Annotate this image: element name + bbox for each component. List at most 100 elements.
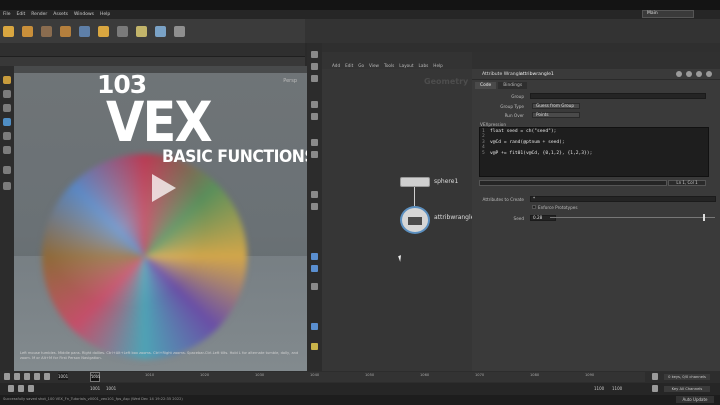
seed-field[interactable]: 0.28 bbox=[530, 215, 556, 221]
group-field[interactable] bbox=[530, 93, 706, 99]
step-forward-icon[interactable] bbox=[44, 373, 50, 380]
tick-label: 1050 bbox=[365, 373, 375, 377]
network-menu-labs[interactable]: Labs bbox=[419, 63, 429, 68]
timeline-ruler[interactable]: 1001 1001 1010 1020 1030 1040 1050 1060 … bbox=[90, 372, 645, 382]
sphere-node[interactable] bbox=[400, 177, 430, 187]
network-menu-add[interactable]: Add bbox=[332, 63, 340, 68]
network-menu-go[interactable]: Go bbox=[358, 63, 364, 68]
select-icon[interactable] bbox=[3, 76, 11, 84]
wireframe-icon[interactable] bbox=[311, 63, 318, 70]
tick-label: 1040 bbox=[310, 373, 320, 377]
network-menu-help[interactable]: Help bbox=[433, 63, 443, 68]
play-forward-icon[interactable] bbox=[34, 373, 40, 380]
render-icon[interactable] bbox=[311, 343, 318, 350]
normals-icon[interactable] bbox=[311, 151, 318, 158]
parameter-header: Attribute Wrangle attribwrangle1 bbox=[472, 69, 720, 80]
key-icon[interactable] bbox=[652, 385, 658, 392]
home-icon[interactable] bbox=[311, 51, 318, 58]
network-menu-layout[interactable]: Layout bbox=[399, 63, 413, 68]
audio-icon[interactable] bbox=[8, 385, 14, 392]
tick-label: 1001 bbox=[90, 373, 100, 377]
network-editor[interactable]: Geometry sphere1 attribwrangle1 bbox=[322, 69, 478, 371]
menu-help[interactable]: Help bbox=[100, 12, 110, 17]
settings-icon[interactable] bbox=[706, 71, 712, 77]
font-icon[interactable] bbox=[174, 25, 185, 37]
camera-label[interactable]: Persp bbox=[283, 78, 297, 84]
view-icon[interactable] bbox=[3, 166, 11, 174]
step-back-icon[interactable] bbox=[14, 373, 20, 380]
network-menu-edit[interactable]: Edit bbox=[345, 63, 353, 68]
play-reverse-icon[interactable] bbox=[24, 373, 30, 380]
handle-icon[interactable] bbox=[3, 132, 11, 140]
key-all-channels-button[interactable]: Key All Channels bbox=[664, 386, 710, 392]
snapshot-icon[interactable] bbox=[311, 191, 318, 198]
menu-edit[interactable]: Edit bbox=[17, 12, 26, 17]
node-name-field[interactable]: attribwrangle1 bbox=[520, 72, 554, 77]
key-prev-icon[interactable] bbox=[4, 373, 10, 380]
sphere-node-label: sphere1 bbox=[434, 178, 459, 185]
info-icon[interactable] bbox=[311, 323, 318, 330]
snap-icon[interactable] bbox=[3, 182, 11, 190]
editor-status-field bbox=[479, 180, 667, 186]
curve-icon[interactable] bbox=[117, 25, 128, 37]
vex-code-editor[interactable]: 1 float seed = ch("seed"); 2 3 v@Cd = rand… bbox=[479, 127, 709, 177]
torus-icon[interactable] bbox=[60, 25, 71, 37]
info-icon[interactable] bbox=[696, 71, 702, 77]
attributes-field[interactable]: * bbox=[530, 196, 716, 202]
tube-icon[interactable] bbox=[41, 25, 52, 37]
group-label: Group bbox=[511, 94, 524, 99]
spray-paint-icon[interactable] bbox=[155, 25, 166, 37]
gear-icon[interactable] bbox=[676, 71, 682, 77]
realtime-icon[interactable] bbox=[652, 373, 658, 380]
scale-icon[interactable] bbox=[3, 118, 11, 126]
move-icon[interactable] bbox=[3, 90, 11, 98]
rotate-icon[interactable] bbox=[3, 104, 11, 112]
box-icon[interactable] bbox=[3, 25, 14, 37]
tab-bindings[interactable]: Bindings bbox=[498, 82, 528, 89]
pose-icon[interactable] bbox=[3, 146, 11, 154]
sphere-icon[interactable] bbox=[22, 25, 33, 37]
range-end-field[interactable]: 1100 bbox=[594, 385, 604, 392]
help-icon[interactable] bbox=[686, 71, 692, 77]
seed-slider[interactable] bbox=[550, 214, 715, 221]
seed-slider-handle[interactable] bbox=[703, 214, 706, 221]
run-over-dropdown[interactable]: Points bbox=[532, 112, 580, 118]
range-start-field[interactable]: 1001 bbox=[90, 385, 100, 392]
background-icon[interactable] bbox=[311, 283, 318, 290]
desktop-dropdown[interactable]: Main bbox=[642, 10, 694, 18]
node-type-label: Attribute Wrangle bbox=[482, 72, 523, 77]
main-menubar: File Edit Render Assets Windows Help bbox=[0, 10, 720, 19]
status-message: Successfully saved shot_100 VEX_Fn_Tutor… bbox=[3, 397, 183, 401]
network-path-bar[interactable] bbox=[322, 52, 472, 61]
range-start-field-2[interactable]: 1001 bbox=[106, 385, 116, 392]
shaded-icon[interactable] bbox=[311, 75, 318, 82]
global-anim-icon[interactable] bbox=[18, 385, 24, 392]
play-icon[interactable] bbox=[152, 174, 176, 202]
menu-assets[interactable]: Assets bbox=[53, 12, 68, 17]
light-icon[interactable] bbox=[311, 113, 318, 120]
menu-windows[interactable]: Windows bbox=[74, 12, 94, 17]
network-menu-tools[interactable]: Tools bbox=[384, 63, 394, 68]
grid-icon[interactable] bbox=[79, 25, 90, 37]
network-menu-view[interactable]: View bbox=[369, 63, 379, 68]
menu-render[interactable]: Render bbox=[31, 12, 47, 17]
isolate-icon[interactable] bbox=[311, 253, 318, 260]
grid-toggle-icon[interactable] bbox=[311, 203, 318, 210]
points-icon[interactable] bbox=[311, 139, 318, 146]
wrangle-node[interactable] bbox=[400, 206, 430, 234]
current-frame-field[interactable]: 1001 bbox=[58, 373, 68, 380]
tab-code[interactable]: Code bbox=[475, 82, 497, 89]
path-icon[interactable] bbox=[136, 25, 147, 37]
context-label: Geometry bbox=[424, 77, 469, 86]
code-line: 1 float seed = ch("seed"); bbox=[482, 129, 557, 134]
enforce-prototypes-checkbox[interactable] bbox=[532, 205, 536, 209]
houdini-window: File Edit Render Assets Windows Help Mai… bbox=[0, 0, 720, 405]
auto-update-button[interactable]: Auto Update bbox=[676, 396, 714, 403]
camera-icon[interactable] bbox=[311, 101, 318, 108]
group-type-dropdown[interactable]: Guess from Group bbox=[532, 103, 580, 109]
range-icon[interactable] bbox=[28, 385, 34, 392]
menu-file[interactable]: File bbox=[3, 12, 11, 17]
ghost-icon[interactable] bbox=[311, 265, 318, 272]
range-end-field-2[interactable]: 1100 bbox=[612, 385, 622, 392]
null-icon[interactable] bbox=[98, 25, 109, 37]
